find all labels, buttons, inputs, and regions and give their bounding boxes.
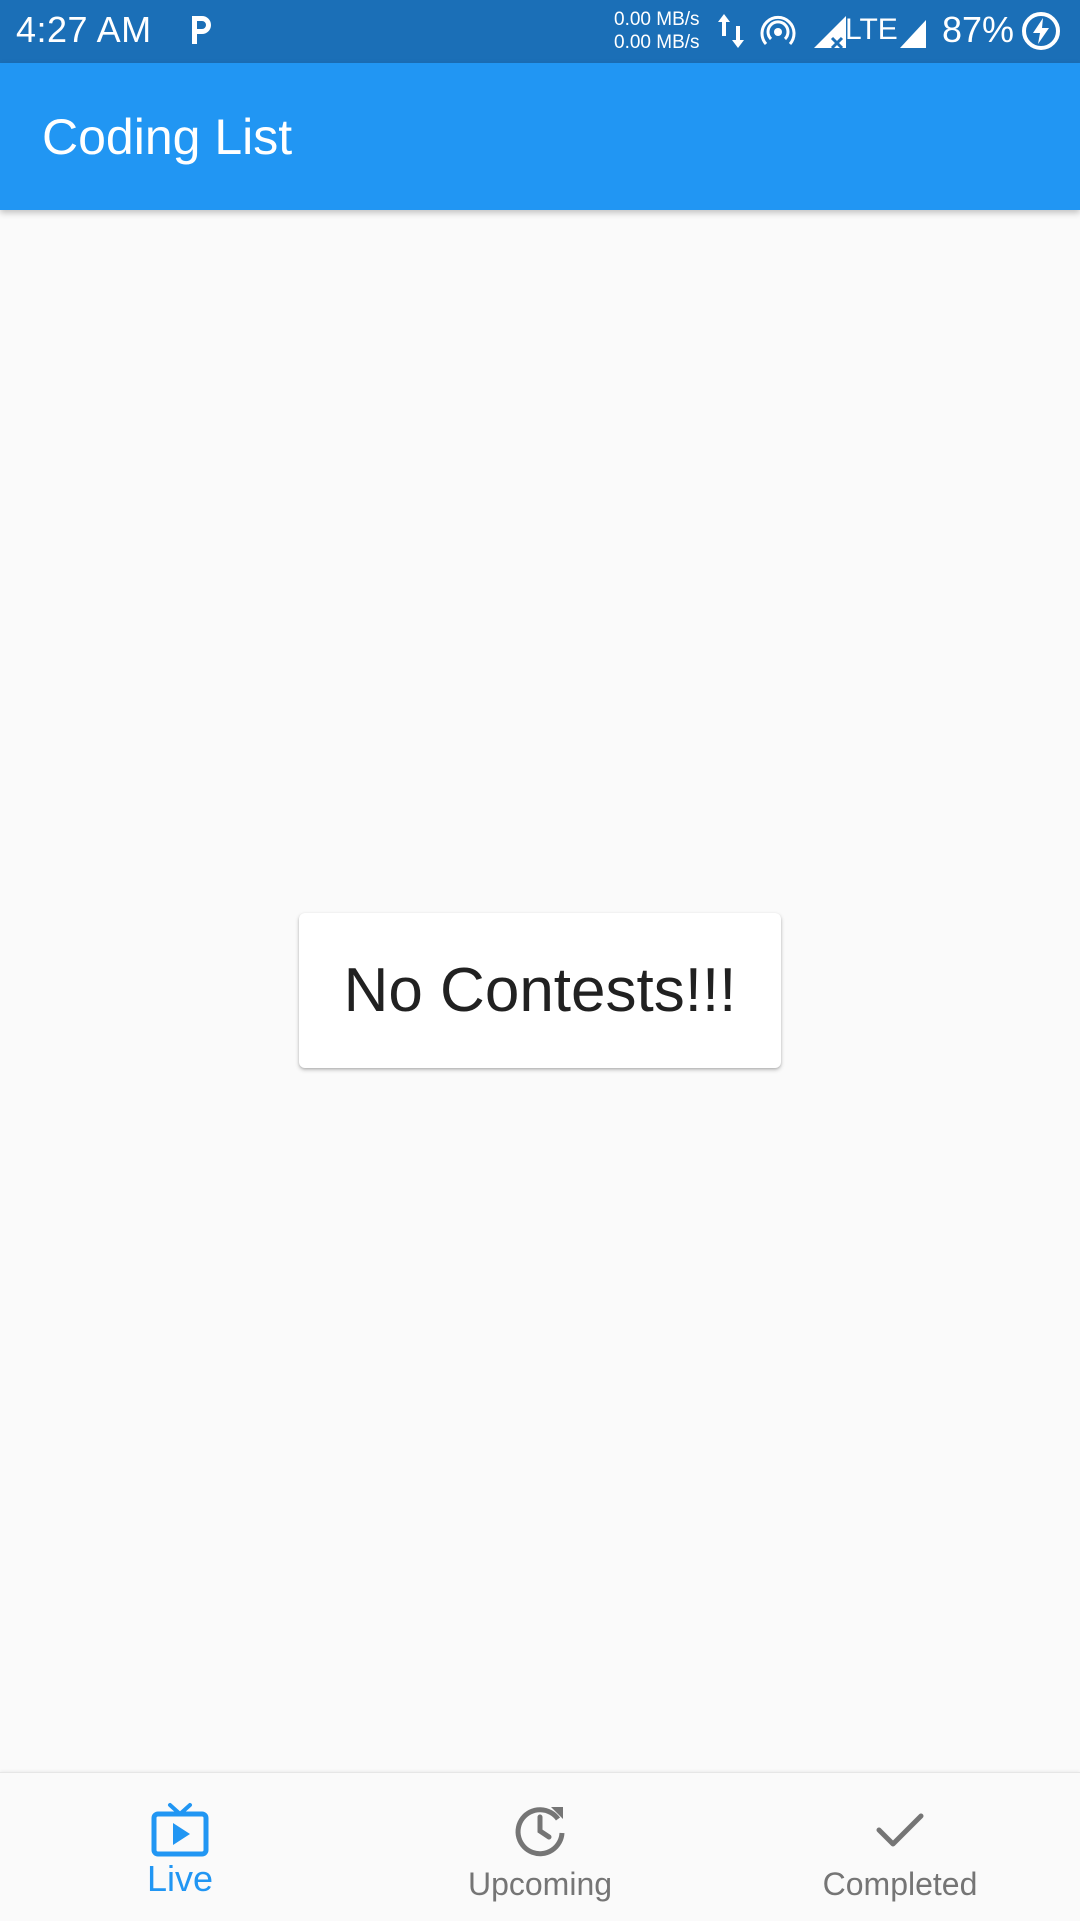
app-title: Coding List: [42, 109, 293, 165]
hotspot-icon: [760, 15, 796, 45]
check-icon: [876, 1813, 924, 1847]
status-time: 4:27 AM: [16, 9, 152, 50]
status-bar: 4:27 AM 0.00 MB/s 0.00 MB/s LTE 87%: [0, 0, 1080, 63]
network-speed-up: 0.00 MB/s: [614, 9, 700, 30]
bottom-navigation: Live Upcoming Completed: [0, 1772, 1080, 1921]
battery-percentage: 87%: [942, 9, 1015, 50]
empty-state-message: No Contests!!!: [343, 955, 737, 1025]
nav-label-upcoming: Upcoming: [467, 1866, 613, 1902]
nav-label-live: Live: [146, 1858, 214, 1899]
signal-icon: [900, 20, 926, 48]
battery-charging-icon: [1022, 12, 1060, 50]
p-icon: [192, 16, 211, 44]
empty-state-card: No Contests!!!: [299, 913, 781, 1068]
main-content: No Contests!!!: [0, 210, 1080, 1772]
network-type: LTE: [845, 13, 898, 46]
nav-item-completed[interactable]: Completed: [720, 1773, 1080, 1921]
clock-refresh-icon: [515, 1807, 565, 1857]
network-speed-down: 0.00 MB/s: [614, 32, 700, 53]
nav-item-upcoming[interactable]: Upcoming: [360, 1773, 720, 1921]
app-bar: Coding List: [0, 63, 1080, 210]
network-speed: 0.00 MB/s 0.00 MB/s: [614, 8, 700, 54]
nav-item-live[interactable]: Live: [0, 1773, 360, 1921]
data-arrows-icon: [718, 14, 744, 48]
signal-no-data-icon: [814, 16, 846, 50]
live-tv-icon: [151, 1803, 209, 1857]
nav-label-completed: Completed: [822, 1866, 978, 1902]
